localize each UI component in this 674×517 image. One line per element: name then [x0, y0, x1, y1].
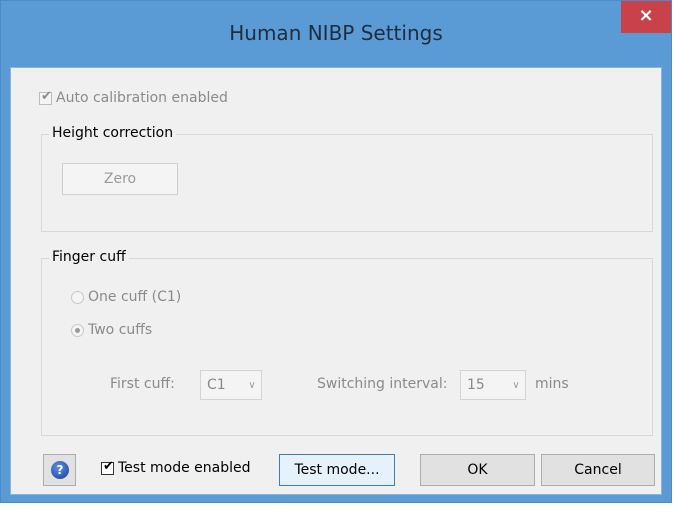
switching-unit-label: mins	[535, 376, 569, 392]
auto-calibration-check-box[interactable]: ✔	[39, 89, 52, 105]
help-button[interactable]: ?	[43, 454, 76, 486]
chevron-down-icon: ∨	[248, 379, 256, 391]
test-mode-label: Test mode enabled	[118, 460, 251, 476]
two-cuffs-label: Two cuffs	[88, 322, 153, 338]
window-title: Human NIBP Settings	[229, 21, 443, 45]
chevron-down-icon: ∨	[512, 379, 520, 391]
zero-button[interactable]: Zero	[62, 163, 178, 195]
switching-interval-label: Switching interval:	[317, 376, 448, 392]
one-cuff-label: One cuff (C1)	[88, 289, 182, 305]
close-button[interactable]: ×	[621, 1, 671, 33]
test-mode-button[interactable]: Test mode...	[279, 454, 395, 486]
first-cuff-value: C1	[207, 377, 226, 393]
dialog-client-area: ✔ Auto calibration enabled Height correc…	[10, 67, 662, 495]
help-icon: ?	[51, 461, 69, 479]
test-mode-checkbox[interactable]: ✔ Test mode enabled	[101, 459, 251, 476]
cancel-button[interactable]: Cancel	[541, 454, 655, 486]
two-cuffs-radio-button[interactable]	[71, 323, 84, 337]
switching-interval-value: 15	[467, 377, 485, 393]
auto-calibration-checkbox[interactable]: ✔ Auto calibration enabled	[39, 89, 228, 106]
one-cuff-radio[interactable]: One cuff (C1)	[71, 289, 181, 305]
auto-calibration-label: Auto calibration enabled	[56, 90, 228, 106]
first-cuff-label: First cuff:	[110, 376, 175, 392]
finger-cuff-group	[41, 258, 653, 436]
switching-interval-select[interactable]: 15 ∨	[460, 370, 526, 400]
two-cuffs-radio[interactable]: Two cuffs	[71, 322, 152, 338]
finger-cuff-label: Finger cuff	[49, 249, 129, 265]
ok-button[interactable]: OK	[420, 454, 535, 486]
first-cuff-select[interactable]: C1 ∨	[200, 370, 262, 400]
dialog-window: Human NIBP Settings × ✔ Auto calibration…	[0, 0, 672, 503]
title-bar[interactable]: Human NIBP Settings ×	[1, 1, 671, 67]
test-mode-check-box[interactable]: ✔	[101, 459, 114, 475]
height-correction-label: Height correction	[49, 125, 177, 141]
one-cuff-radio-button[interactable]	[71, 290, 84, 304]
